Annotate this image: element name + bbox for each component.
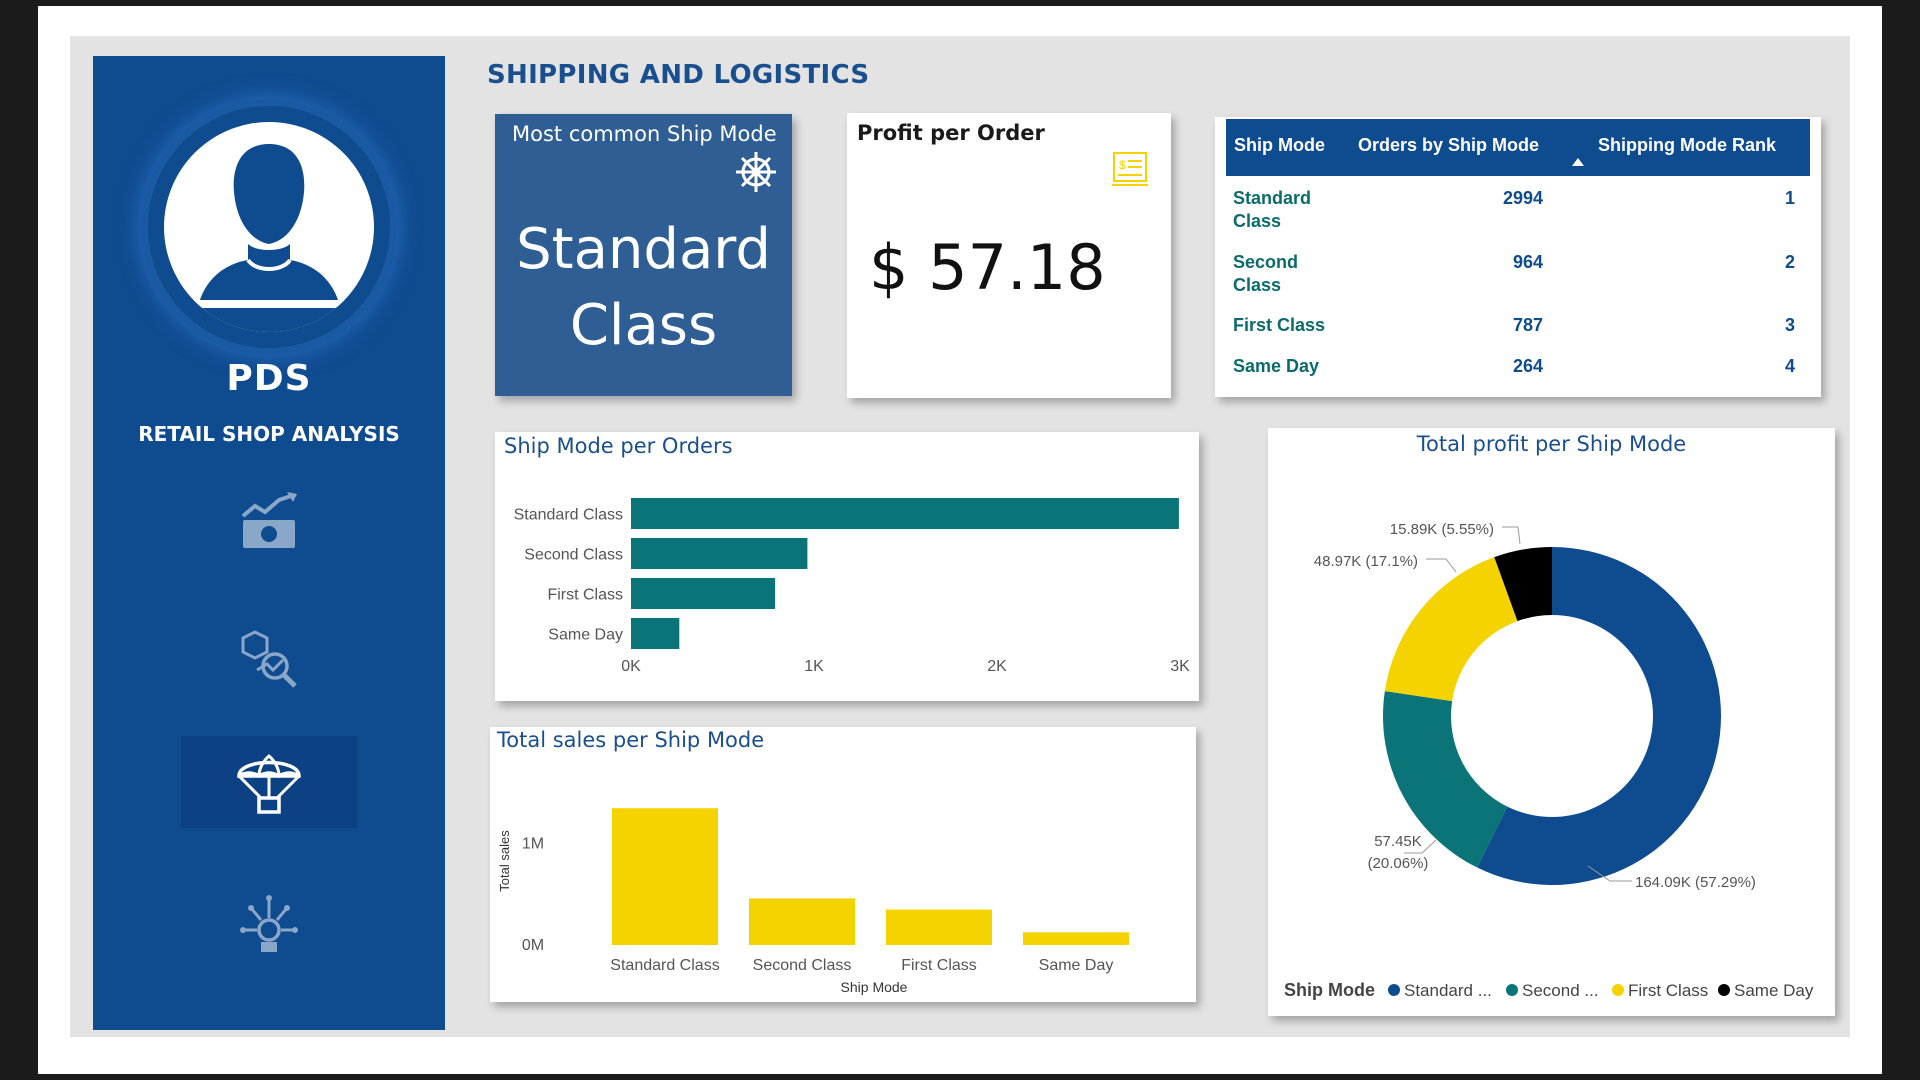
- brand-title: PDS: [226, 358, 312, 399]
- ship-mode-cell: Standard: [1233, 188, 1312, 208]
- parachute-delivery-icon: [237, 754, 301, 814]
- legend-marker: [1506, 984, 1518, 996]
- card-title: Profit per Order: [857, 121, 1045, 145]
- ship-mode-table[interactable]: Ship Mode Orders by Ship Mode Shipping M…: [1215, 117, 1821, 397]
- sales-column-chart: Standard Class Second Class First Class Sam…: [497, 808, 1129, 995]
- brand-subtitle: RETAIL SHOP ANALYSIS: [138, 422, 400, 446]
- sidebar: PDS RETAIL SHOP ANALYSIS: [93, 56, 445, 1030]
- legend-label: Standard ...: [1404, 981, 1492, 1000]
- ship-mode-cell: First Class: [1233, 315, 1326, 335]
- profit-donut-chart-card[interactable]: Total profit per Ship Mode 164.09K (57.2…: [1268, 428, 1835, 1016]
- slice-label: 57.45K: [1374, 833, 1422, 850]
- svg-text:$: $: [1119, 158, 1126, 172]
- column-header[interactable]: Orders by Ship Mode: [1358, 135, 1539, 156]
- legend-marker: [1718, 984, 1730, 996]
- slice-label: 164.09K (57.29%): [1635, 874, 1756, 891]
- x-tick-label: 2K: [987, 658, 1007, 675]
- rank-cell: 4: [1784, 356, 1795, 376]
- sort-ascending-icon[interactable]: [1571, 157, 1585, 167]
- nav-sales-button[interactable]: [181, 476, 357, 568]
- x-axis-label: Ship Mode: [841, 979, 908, 995]
- column[interactable]: [886, 909, 992, 945]
- orders-cell: 964: [1512, 252, 1543, 272]
- rank-cell: 1: [1784, 188, 1795, 208]
- ship-mode-value-line2: Class: [569, 293, 718, 358]
- category-label: Standard Class: [514, 507, 623, 524]
- category-label: Second Class: [753, 957, 852, 974]
- category-label: First Class: [901, 957, 977, 974]
- ship-mode-cell: Second: [1233, 252, 1299, 272]
- profit-donut-chart: 164.09K (57.29%) 57.45K (20.06%) 48.97K (17…: [1284, 521, 1814, 1000]
- column[interactable]: [612, 808, 718, 945]
- leader-line: [1426, 558, 1457, 573]
- x-tick-label: 3K: [1170, 658, 1190, 675]
- slice-label: (20.06%): [1368, 855, 1429, 872]
- column[interactable]: [749, 898, 855, 945]
- legend-marker: [1612, 984, 1624, 996]
- bar[interactable]: [631, 618, 680, 649]
- slice-label: 15.89K (5.55%): [1390, 521, 1494, 538]
- column[interactable]: [1023, 932, 1129, 945]
- orders-bar-chart-card[interactable]: Ship Mode per Orders Standard Class Secon…: [495, 432, 1199, 701]
- bar[interactable]: [631, 578, 776, 609]
- legend-marker: [1388, 984, 1400, 996]
- category-label: Second Class: [524, 547, 623, 564]
- rank-cell: 2: [1784, 252, 1795, 272]
- ship-mode-cell: Class: [1233, 275, 1282, 295]
- y-axis-label: Total sales: [497, 830, 512, 892]
- legend-label: First Class: [1628, 981, 1708, 1000]
- profit-value: $ 57.18: [869, 231, 1106, 304]
- ship-mode-value: Standard Class: [495, 212, 792, 364]
- leader-line: [1502, 526, 1521, 545]
- invoice-icon: $: [1112, 152, 1148, 186]
- ship-wheel-icon: [736, 152, 776, 192]
- x-tick-label: 1K: [804, 658, 824, 675]
- ship-mode-cell: Class: [1233, 211, 1282, 231]
- orders-cell: 2994: [1502, 188, 1543, 208]
- table-header: Ship Mode Orders by Ship Mode Shipping M…: [1226, 119, 1810, 176]
- donut-slice[interactable]: [1384, 557, 1518, 702]
- product-analysis-icon: [241, 630, 297, 688]
- category-label: Standard Class: [610, 957, 719, 974]
- orders-bar-chart: Standard Class Second Class First Class Sam…: [514, 498, 1190, 675]
- legend-title: Ship Mode: [1284, 980, 1375, 1000]
- rank-cell: 3: [1784, 315, 1795, 335]
- most-common-ship-mode-card[interactable]: Most common Ship Mode Standard Class: [495, 114, 792, 396]
- bar[interactable]: [631, 538, 808, 569]
- y-tick-label: 0M: [522, 937, 544, 954]
- ship-mode-value-line1: Standard: [516, 217, 771, 282]
- bar[interactable]: [631, 498, 1179, 529]
- category-label: Same Day: [548, 627, 623, 644]
- sales-column-chart-card[interactable]: Total sales per Ship Mode Standard Class…: [490, 727, 1196, 1002]
- user-silhouette-icon: [164, 144, 374, 332]
- orders-cell: 787: [1512, 315, 1543, 335]
- sales-chart-icon: [241, 492, 297, 548]
- x-tick-label: 0K: [621, 658, 641, 675]
- ship-mode-cell: Same Day: [1233, 356, 1320, 376]
- category-label: First Class: [547, 587, 623, 604]
- nav-products-button[interactable]: [181, 612, 357, 704]
- profit-per-order-card[interactable]: Profit per Order $ $ 57.18: [847, 113, 1171, 398]
- nav-shipping-button[interactable]: [181, 736, 357, 828]
- orders-cell: 264: [1512, 356, 1543, 376]
- column-header[interactable]: Ship Mode: [1234, 135, 1325, 156]
- avatar: [148, 106, 390, 348]
- nav-insights-button[interactable]: [181, 880, 357, 972]
- category-label: Same Day: [1039, 957, 1114, 974]
- legend-label: Second ...: [1522, 981, 1599, 1000]
- column-header[interactable]: Shipping Mode Rank: [1598, 135, 1776, 156]
- slice-label: 48.97K (17.1%): [1314, 553, 1418, 570]
- page-title: SHIPPING AND LOGISTICS: [487, 60, 870, 90]
- legend-label: Same Day: [1734, 981, 1814, 1000]
- card-title: Most common Ship Mode: [512, 122, 777, 146]
- idea-bulb-icon: [240, 895, 298, 952]
- y-tick-label: 1M: [522, 836, 544, 853]
